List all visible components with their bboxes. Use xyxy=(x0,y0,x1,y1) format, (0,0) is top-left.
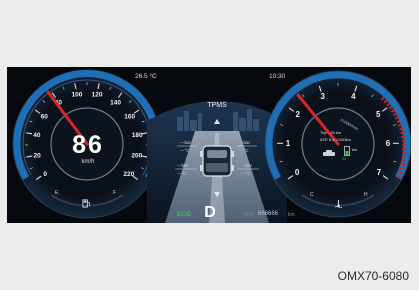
coolant-temp-icon xyxy=(334,199,343,208)
tacho-tick-label: 6 xyxy=(386,139,391,148)
range-unit: km xyxy=(352,147,358,152)
tacho-tick-label: 4 xyxy=(351,92,356,101)
fuel-empty-label: E xyxy=(55,190,59,196)
speedo-tick-label: 180 xyxy=(132,132,143,139)
speed-readout: 86 xyxy=(72,131,104,159)
tire-front-right-temp: ---°C xyxy=(239,148,249,153)
tacho-tick-label: 0 xyxy=(295,168,300,177)
outside-temperature: 26.5 °C xyxy=(135,73,157,80)
fuel-pump-icon xyxy=(82,199,91,208)
speedo-tick-label: 0 xyxy=(43,171,47,178)
instrument-cluster: 0 20 40 60 80 100 120 140 160 180 200 220 E F 86 km… xyxy=(7,67,411,223)
average-fuel-economy: AFE 6.6 L/100km xyxy=(320,137,351,142)
tacho-tick-label: 1 xyxy=(286,139,291,148)
temp-cold-label: C xyxy=(310,192,314,198)
speedo-tick-label: 220 xyxy=(123,171,134,178)
speedo-tick-label: 60 xyxy=(41,114,49,121)
speedo-tick-label: 140 xyxy=(110,99,121,106)
tire-rear-right-temp: ---°C xyxy=(241,171,251,176)
speedo-tick-label: 200 xyxy=(131,152,142,159)
trip-car-icon xyxy=(323,144,335,162)
temp-hot-label: H xyxy=(364,192,368,198)
tire-rear-left-temp: ---°C xyxy=(177,171,187,176)
odometer-label: ODO xyxy=(243,212,255,218)
tacho-tick-label: 5 xyxy=(376,110,381,119)
speed-unit: km/h xyxy=(81,159,95,165)
drive-mode-eco: ECO xyxy=(177,211,192,218)
range-value: 20 xyxy=(342,156,347,161)
tire-front-left-temp: ---°C xyxy=(180,148,190,153)
speedo-tick-label: 120 xyxy=(92,91,103,98)
tire-rear-left-pressure: ---bar xyxy=(177,163,188,168)
speedo-tick-label: 40 xyxy=(33,132,41,139)
tacho-tick-label: 7 xyxy=(377,168,382,177)
speedo-tick-label: 160 xyxy=(124,114,135,121)
figure-code: OMX70-6080 xyxy=(337,269,409,283)
tire-front-right-pressure: ---bar xyxy=(239,140,250,145)
tacho-tick-label: 2 xyxy=(296,110,301,119)
gear-indicator: D xyxy=(204,204,216,221)
tire-rear-right-pressure: ---bar xyxy=(241,163,252,168)
speedo-tick-label: 20 xyxy=(34,152,42,159)
fuel-full-label: F xyxy=(113,190,117,196)
car-top-view-icon xyxy=(200,145,234,177)
speedo-tick-label: 100 xyxy=(72,91,83,98)
trip-computer: Trip - 26 km AFE 6.6 L/100km 20 km xyxy=(320,130,368,178)
tacho-tick-label: 3 xyxy=(320,92,325,101)
tire-front-left-pressure: ---bar xyxy=(180,140,191,145)
trip-distance: Trip - 26 km xyxy=(320,130,342,135)
